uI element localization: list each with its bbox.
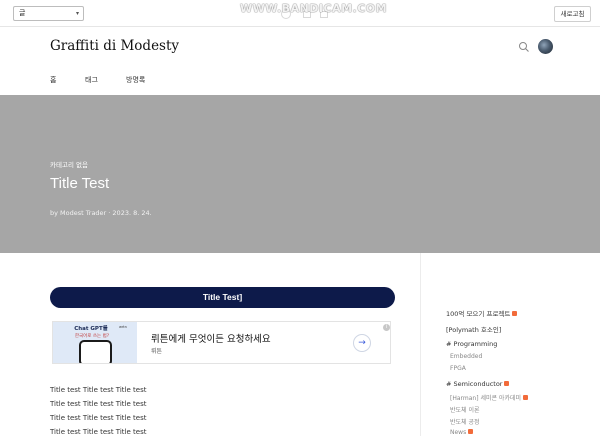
new-badge-icon xyxy=(523,395,529,400)
post-title: Title Test xyxy=(50,175,110,192)
post-hero: 카테고리 없음 Title Test by Modest Trader · 20… xyxy=(0,95,600,253)
editor-toolbar: 글 ▾ WWW.BANDICAM.COM 새로고침 xyxy=(0,0,600,27)
sidebar-item-label: Embedded xyxy=(450,353,483,360)
category-select[interactable]: 글 ▾ xyxy=(13,6,84,21)
ad-image-title: Chat GPT를 xyxy=(74,326,108,332)
sidebar-item-news[interactable]: News xyxy=(450,429,474,436)
nav-home[interactable]: 홈 xyxy=(50,75,56,85)
ad-advertiser: 뤼튼 xyxy=(151,348,163,355)
refresh-button[interactable]: 새로고침 xyxy=(554,6,591,22)
sidebar-item-harman[interactable]: [Harman] 세미콘 아카데미 xyxy=(450,393,529,402)
sidebar-item-embedded[interactable]: Embedded xyxy=(450,353,482,360)
post-meta: by Modest Trader · 2023. 8. 24. xyxy=(50,209,152,217)
sidebar-item-label: # Programming xyxy=(446,340,498,348)
post-category[interactable]: 카테고리 없음 xyxy=(50,159,88,169)
sidebar-item-label: [Polymath 호소인] xyxy=(446,326,502,334)
new-badge-icon xyxy=(468,429,474,434)
ad-image[interactable]: Chat GPT를 한국어로 쓰는 법? wrtn xyxy=(53,322,137,363)
info-icon[interactable]: i xyxy=(383,324,390,331)
watermark: WWW.BANDICAM.COM xyxy=(240,2,388,15)
phone-icon xyxy=(79,340,112,363)
body-line: Title test Title test Title test xyxy=(50,414,147,422)
arrow-right-icon[interactable]: → xyxy=(353,334,371,352)
new-badge-icon xyxy=(512,310,518,316)
avatar[interactable] xyxy=(538,39,553,54)
sidebar-item-label: # Semiconductor xyxy=(446,380,503,388)
sidebar-item-label: News xyxy=(450,429,467,436)
sidebar-divider xyxy=(420,253,421,436)
sidebar-item-theory[interactable]: 반도체 이론 xyxy=(450,405,480,414)
nav-guestbook[interactable]: 방명록 xyxy=(126,75,145,85)
post-heading: Title Test] xyxy=(50,287,395,308)
new-badge-icon xyxy=(504,380,510,386)
sidebar-item-100[interactable]: 100억 모으기 프로젝트 xyxy=(446,308,518,318)
search-icon[interactable] xyxy=(518,41,530,53)
body-line: Title test Title test Title test xyxy=(50,400,147,408)
category-select-value: 글 xyxy=(19,9,26,17)
nav-tags[interactable]: 태그 xyxy=(85,75,98,85)
sidebar-item-label: 반도체 공정 xyxy=(450,419,480,426)
blog-title[interactable]: Graffiti di Modesty xyxy=(50,38,179,54)
ad-image-subtitle: 한국어로 쓰는 법? xyxy=(74,334,110,339)
sidebar-item-programming[interactable]: # Programming xyxy=(446,340,497,348)
sidebar-item-semiconductor[interactable]: # Semiconductor xyxy=(446,380,510,388)
sidebar-item-label: FPGA xyxy=(450,365,466,372)
ad-banner[interactable]: Chat GPT를 한국어로 쓰는 법? wrtn 뤼튼에게 무엇이든 요청하세… xyxy=(52,321,391,364)
sidebar-item-label: 100억 모으기 프로젝트 xyxy=(446,310,511,318)
sidebar-item-polymath[interactable]: [Polymath 호소인] xyxy=(446,324,501,334)
sidebar-item-process[interactable]: 반도체 공정 xyxy=(450,417,480,426)
sidebar-item-fpga[interactable]: FPGA xyxy=(450,365,466,372)
ad-headline[interactable]: 뤼튼에게 무엇이든 요청하세요 xyxy=(151,331,271,345)
sidebar-item-label: [Harman] 세미콘 아카데미 xyxy=(450,395,522,402)
sidebar-item-label: 반도체 이론 xyxy=(450,407,480,414)
ad-brand: wrtn xyxy=(119,325,127,329)
body-line: Title test Title test Title test xyxy=(50,386,147,394)
body-line: Title test Title test Title test xyxy=(50,428,147,436)
chevron-down-icon: ▾ xyxy=(75,10,79,17)
